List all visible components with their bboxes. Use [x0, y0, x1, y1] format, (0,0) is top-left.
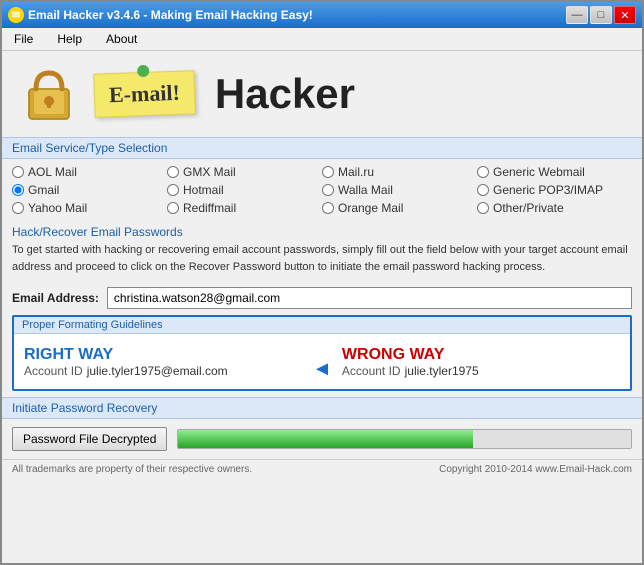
email-service-header: Email Service/Type Selection: [2, 137, 642, 159]
radio-rediffmail-label: Rediffmail: [183, 201, 236, 215]
format-section: Proper Formating Guidelines RIGHT WAY Ac…: [12, 315, 632, 391]
password-recovery-row: Password File Decrypted: [2, 419, 642, 459]
radio-aolmail-input[interactable]: [12, 166, 24, 178]
radio-gmxmail: GMX Mail: [167, 165, 322, 179]
progress-bar-container: [177, 429, 632, 449]
radio-orangemail: Orange Mail: [322, 201, 477, 215]
radio-rediffmail-input[interactable]: [167, 202, 179, 214]
description-section: Hack/Recover Email Passwords To get star…: [2, 221, 642, 281]
right-way: RIGHT WAY Account ID julie.tyler1975@ema…: [24, 346, 302, 378]
title-bar-controls: — □ ✕: [566, 6, 636, 24]
progress-bar-fill: [178, 430, 472, 448]
radio-mailru: Mail.ru: [322, 165, 477, 179]
hacker-title: Hacker: [215, 70, 355, 118]
content-area: E-mail! Hacker Email Service/Type Select…: [2, 51, 642, 563]
radio-generic-webmail-label: Generic Webmail: [493, 165, 585, 179]
wrong-way: WRONG WAY Account ID julie.tyler1975: [342, 346, 620, 378]
format-header: Proper Formating Guidelines: [14, 317, 630, 334]
radio-wallamail-label: Walla Mail: [338, 183, 393, 197]
password-file-decrypted-button[interactable]: Password File Decrypted: [12, 427, 167, 451]
app-icon: ✉: [8, 7, 24, 23]
radio-yahoomail-label: Yahoo Mail: [28, 201, 87, 215]
arrow-icon: ◄: [312, 358, 332, 381]
right-account-id-value: julie.tyler1975@email.com: [87, 364, 228, 378]
wrong-way-label: WRONG WAY: [342, 346, 445, 364]
radio-other-input[interactable]: [477, 202, 489, 214]
radio-orangemail-input[interactable]: [322, 202, 334, 214]
radio-mailru-label: Mail.ru: [338, 165, 374, 179]
hack-recover-title: Hack/Recover Email Passwords: [12, 225, 632, 239]
menu-about[interactable]: About: [100, 30, 143, 48]
radio-generic-pop3-input[interactable]: [477, 184, 489, 196]
menu-help[interactable]: Help: [51, 30, 88, 48]
radio-generic-pop3-label: Generic POP3/IMAP: [493, 183, 603, 197]
right-account-id-label: Account ID: [24, 364, 83, 378]
radio-other-label: Other/Private: [493, 201, 564, 215]
email-field-row: Email Address:: [2, 281, 642, 315]
email-label: Email Address:: [12, 291, 99, 305]
radio-generic-pop3: Generic POP3/IMAP: [477, 183, 632, 197]
radio-aolmail-label: AOL Mail: [28, 165, 77, 179]
radio-section: AOL Mail GMX Mail Mail.ru Generic Webmai…: [2, 159, 642, 221]
radio-other: Other/Private: [477, 201, 632, 215]
radio-aolmail: AOL Mail: [12, 165, 167, 179]
radio-wallamail: Walla Mail: [322, 183, 477, 197]
minimize-button[interactable]: —: [566, 6, 588, 24]
email-input[interactable]: [107, 287, 632, 309]
radio-hotmail-label: Hotmail: [183, 183, 224, 197]
footer-right: Copyright 2010-2014 www.Email-Hack.com: [439, 464, 632, 475]
radio-wallamail-input[interactable]: [322, 184, 334, 196]
radio-gmail-input[interactable]: [12, 184, 24, 196]
email-note: E-mail!: [93, 70, 195, 117]
radio-orangemail-label: Orange Mail: [338, 201, 403, 215]
radio-gmxmail-input[interactable]: [167, 166, 179, 178]
initiate-section-header: Initiate Password Recovery: [2, 397, 642, 419]
wrong-account-id-value: julie.tyler1975: [405, 364, 479, 378]
radio-yahoomail-input[interactable]: [12, 202, 24, 214]
radio-hotmail-input[interactable]: [167, 184, 179, 196]
header-section: E-mail! Hacker: [2, 51, 642, 137]
main-window: ✉ Email Hacker v3.4.6 - Making Email Hac…: [0, 0, 644, 565]
wrong-account-id-label: Account ID: [342, 364, 401, 378]
maximize-button[interactable]: □: [590, 6, 612, 24]
title-bar: ✉ Email Hacker v3.4.6 - Making Email Hac…: [2, 2, 642, 28]
lock-icon: [14, 59, 84, 129]
radio-generic-webmail-input[interactable]: [477, 166, 489, 178]
menu-file[interactable]: File: [8, 30, 39, 48]
format-content: RIGHT WAY Account ID julie.tyler1975@ema…: [14, 334, 630, 389]
radio-gmxmail-label: GMX Mail: [183, 165, 236, 179]
footer-left: All trademarks are property of their res…: [12, 464, 252, 475]
window-title: Email Hacker v3.4.6 - Making Email Hacki…: [28, 8, 313, 22]
radio-rediffmail: Rediffmail: [167, 201, 322, 215]
radio-gmail-label: Gmail: [28, 183, 59, 197]
menu-bar: File Help About: [2, 28, 642, 51]
radio-generic-webmail: Generic Webmail: [477, 165, 632, 179]
footer: All trademarks are property of their res…: [2, 459, 642, 479]
radio-hotmail: Hotmail: [167, 183, 322, 197]
radio-yahoomail: Yahoo Mail: [12, 201, 167, 215]
hack-recover-description: To get started with hacking or recoverin…: [12, 242, 632, 275]
right-way-label: RIGHT WAY: [24, 346, 113, 364]
title-bar-left: ✉ Email Hacker v3.4.6 - Making Email Hac…: [8, 7, 313, 23]
close-button[interactable]: ✕: [614, 6, 636, 24]
radio-gmail: Gmail: [12, 183, 167, 197]
right-account-row: Account ID julie.tyler1975@email.com: [24, 364, 228, 378]
radio-mailru-input[interactable]: [322, 166, 334, 178]
wrong-account-row: Account ID julie.tyler1975: [342, 364, 479, 378]
